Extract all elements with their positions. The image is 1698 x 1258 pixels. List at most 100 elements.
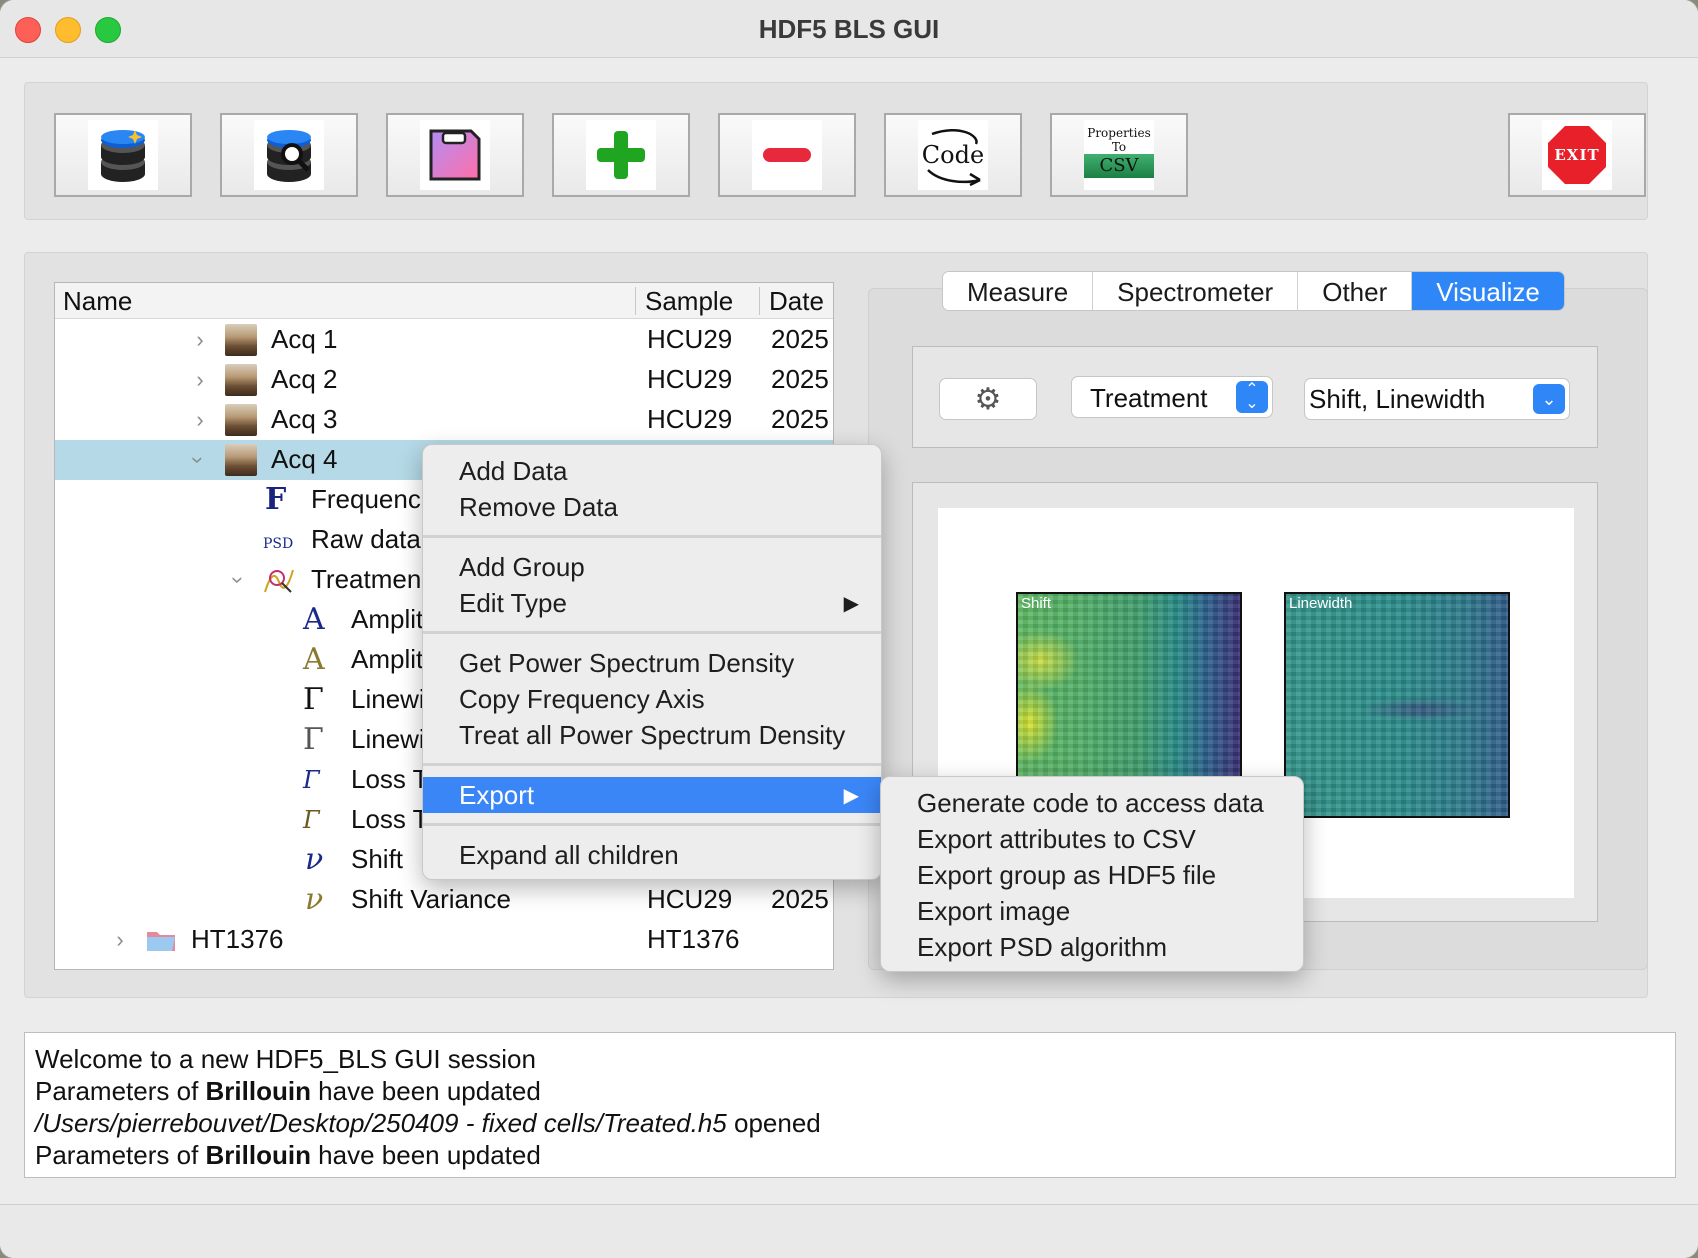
tree-row-label: Loss T xyxy=(351,804,429,834)
log-line: Parameters of Brillouin have been update… xyxy=(35,1140,541,1170)
database-search-icon xyxy=(254,120,324,190)
data-select[interactable]: Shift, Linewidth ⌄ xyxy=(1304,378,1570,420)
tree-row-label: Acq 1 xyxy=(271,324,338,354)
menu-item-get-psd[interactable]: Get Power Spectrum Density xyxy=(423,645,881,681)
settings-button[interactable]: ⚙ xyxy=(939,378,1037,420)
app-window: HDF5 BLS GUI Code Properties To CSV EXIT… xyxy=(0,0,1698,1258)
linewidth-variance-icon: Γ xyxy=(303,722,324,757)
group-select[interactable]: Treatment ⌃ ⌄ xyxy=(1071,376,1273,418)
menu-item-add-group[interactable]: Add Group xyxy=(423,549,881,585)
tree-row-acq2[interactable]: › Acq 2 HCU29 2025 xyxy=(55,360,833,400)
open-database-button[interactable] xyxy=(54,113,192,197)
search-database-button[interactable] xyxy=(220,113,358,197)
context-menu: Add Data Remove Data Add Group Edit Type… xyxy=(422,444,882,880)
acquisition-icon xyxy=(225,324,257,356)
chevron-right-icon[interactable]: › xyxy=(191,368,209,392)
tree-row-acq3[interactable]: › Acq 3 HCU29 2025 xyxy=(55,400,833,440)
menu-item-copy-frequency-axis[interactable]: Copy Frequency Axis xyxy=(423,681,881,717)
chevron-right-icon[interactable]: › xyxy=(111,928,129,952)
csv-label-line2: To xyxy=(1111,140,1127,154)
tree-row-label: Amplit xyxy=(351,644,424,674)
column-date[interactable]: Date xyxy=(769,286,824,317)
chevron-right-icon[interactable]: › xyxy=(111,968,129,970)
submenu-item-export-group-hdf5[interactable]: Export group as HDF5 file xyxy=(881,857,1303,893)
exit-label: EXIT xyxy=(1554,146,1600,164)
csv-icon: Properties To CSV xyxy=(1084,120,1154,190)
tree-row-shift-variance[interactable]: ν Shift Variance HCU29 2025 xyxy=(55,880,833,920)
tab-spectrometer[interactable]: Spectrometer xyxy=(1093,272,1299,310)
tree-row-label: Linewi xyxy=(351,724,425,754)
tree-row-ht1376[interactable]: › HT1376 HT1376 xyxy=(55,920,833,960)
tab-measure[interactable]: Measure xyxy=(943,272,1094,310)
exit-button[interactable]: EXIT xyxy=(1508,113,1646,197)
title-bar: HDF5 BLS GUI xyxy=(0,0,1698,58)
chevron-down-icon[interactable]: › xyxy=(226,571,251,589)
submenu-arrow-icon: ▶ xyxy=(843,785,859,807)
tree-row-label: Acq 3 xyxy=(271,404,338,434)
submenu-item-generate-code[interactable]: Generate code to access data xyxy=(881,785,1303,821)
gear-icon: ⚙ xyxy=(974,382,1002,416)
tab-bar: Measure Spectrometer Other Visualize xyxy=(942,271,1565,311)
tree-row-date: 2025 xyxy=(771,324,829,354)
log-console[interactable]: Welcome to a new HDF5_BLS GUI session Pa… xyxy=(24,1032,1676,1178)
remove-button[interactable] xyxy=(718,113,856,197)
menu-separator xyxy=(423,763,881,766)
tree-row-label: HT1376 xyxy=(191,924,284,954)
amplitude-variance-icon: A xyxy=(303,642,325,677)
treatment-icon xyxy=(263,564,295,596)
tree-row-acq1[interactable]: › Acq 1 HCU29 2025 xyxy=(55,320,833,360)
up-down-chevron-icon: ⌃ ⌄ xyxy=(1236,381,1268,413)
psd-icon: PSD xyxy=(263,536,294,552)
code-label: Code xyxy=(921,141,985,169)
menu-item-export[interactable]: Export ▶ xyxy=(423,777,881,813)
submenu-item-export-image[interactable]: Export image xyxy=(881,893,1303,929)
plus-icon xyxy=(586,120,656,190)
chevron-right-icon[interactable]: › xyxy=(191,328,209,352)
tree-row-date: 2025 xyxy=(771,364,829,394)
tab-other[interactable]: Other xyxy=(1298,272,1413,310)
amplitude-icon: A xyxy=(303,602,325,637)
column-sample[interactable]: Sample xyxy=(645,286,733,317)
export-submenu: Generate code to access data Export attr… xyxy=(880,776,1304,972)
chevron-down-icon[interactable]: › xyxy=(186,451,211,469)
menu-separator xyxy=(423,535,881,538)
window-title: HDF5 BLS GUI xyxy=(758,14,940,44)
menu-separator xyxy=(423,631,881,634)
csv-label-line3: CSV xyxy=(1084,154,1154,178)
properties-to-csv-button[interactable]: Properties To CSV xyxy=(1050,113,1188,197)
add-button[interactable] xyxy=(552,113,690,197)
tree-row-label: Frequenc xyxy=(311,484,421,514)
menu-item-add-data[interactable]: Add Data xyxy=(423,453,881,489)
code-button[interactable]: Code xyxy=(884,113,1022,197)
shift-icon: ν xyxy=(305,842,324,877)
tree-row-sample: HCU29 xyxy=(647,884,733,914)
linewidth-icon: Γ xyxy=(303,682,324,717)
menu-item-remove-data[interactable]: Remove Data xyxy=(423,489,881,525)
log-line: /Users/pierrebouvet/Desktop/250409 - fix… xyxy=(35,1108,821,1138)
frequency-icon: F xyxy=(265,482,287,517)
tab-visualize[interactable]: Visualize xyxy=(1412,272,1564,310)
log-line: Parameters of Brillouin have been update… xyxy=(35,1076,541,1106)
status-bar xyxy=(0,1204,1698,1258)
save-button[interactable] xyxy=(386,113,524,197)
data-select-value: Shift, Linewidth xyxy=(1309,384,1486,414)
linewidth-heatmap: Linewidth xyxy=(1284,592,1510,818)
acquisition-icon xyxy=(225,364,257,396)
menu-separator xyxy=(423,823,881,826)
csv-label-line1: Properties xyxy=(1087,126,1151,140)
tree-row-sample: HCU29 xyxy=(647,324,733,354)
menu-item-edit-type[interactable]: Edit Type ▶ xyxy=(423,585,881,621)
minus-icon xyxy=(752,120,822,190)
chevron-right-icon[interactable]: › xyxy=(191,408,209,432)
submenu-item-export-psd-algorithm[interactable]: Export PSD algorithm xyxy=(881,929,1303,965)
loss-tangent-variance-icon: Γ xyxy=(303,806,320,834)
column-name[interactable]: Name xyxy=(63,286,132,317)
menu-item-treat-all-psd[interactable]: Treat all Power Spectrum Density xyxy=(423,717,881,753)
tree-row-sample: HT1376 xyxy=(647,924,740,954)
chevron-down-icon: ⌄ xyxy=(1533,384,1565,414)
submenu-item-export-attributes-csv[interactable]: Export attributes to CSV xyxy=(881,821,1303,857)
menu-item-expand-all-children[interactable]: Expand all children xyxy=(423,837,881,873)
tree-row-partial[interactable]: › xyxy=(55,960,833,970)
tree-row-label: Shift xyxy=(351,844,404,874)
tree-row-label: Amplit xyxy=(351,604,424,634)
